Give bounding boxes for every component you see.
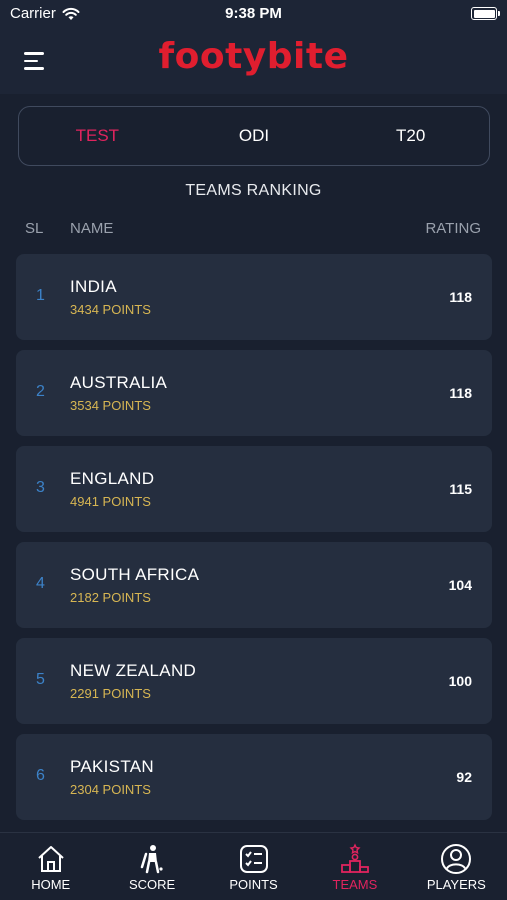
- team-name: AUSTRALIA: [70, 373, 168, 392]
- team-rating: 92: [456, 769, 472, 785]
- nav-players-label: PLAYERS: [426, 877, 486, 892]
- tab-odi[interactable]: ODI: [176, 126, 333, 146]
- team-row[interactable]: 2 AUSTRALIA 3534 POINTS 118: [16, 350, 492, 436]
- team-row[interactable]: 1 INDIA 3434 POINTS 118: [16, 254, 492, 340]
- format-tabs: TEST ODI T20: [18, 106, 490, 166]
- clock: 9:38 PM: [225, 5, 282, 22]
- status-bar: Carrier 9:38 PM: [0, 0, 507, 28]
- nav-teams[interactable]: TEAMS: [304, 833, 405, 900]
- app-header: footybite: [0, 28, 507, 94]
- nav-teams-label: TEAMS: [332, 877, 378, 892]
- nav-points[interactable]: POINTS: [203, 833, 304, 900]
- trophy-podium-icon: [341, 843, 369, 873]
- team-points: 2182 POINTS: [70, 590, 151, 605]
- user-icon: [441, 844, 472, 874]
- column-header-sl: SL: [25, 220, 44, 237]
- app-logo: footybite: [158, 36, 349, 77]
- column-header-rating: RATING: [425, 220, 481, 237]
- team-name: ENGLAND: [70, 469, 155, 488]
- team-points: 2291 POINTS: [70, 686, 151, 701]
- battery-icon: [471, 7, 500, 20]
- team-rating: 100: [448, 673, 472, 689]
- team-rating: 118: [449, 289, 472, 305]
- nav-points-label: POINTS: [229, 877, 278, 892]
- tab-test[interactable]: TEST: [19, 126, 176, 146]
- bottom-navigation: HOME SCORE POINTS TEAMS PLAYERS: [0, 832, 507, 900]
- home-icon: [38, 846, 64, 872]
- team-name: SOUTH AFRICA: [70, 565, 200, 584]
- nav-score-label: SCORE: [128, 877, 176, 892]
- team-row[interactable]: 3 ENGLAND 4941 POINTS 115: [16, 446, 492, 532]
- ranking-list: 1 INDIA 3434 POINTS 118 2 AUSTRALIA 3534…: [16, 254, 492, 830]
- team-row[interactable]: 4 SOUTH AFRICA 2182 POINTS 104: [16, 542, 492, 628]
- team-points: 2304 POINTS: [70, 782, 151, 797]
- team-rating: 115: [449, 481, 472, 497]
- nav-home[interactable]: HOME: [0, 833, 101, 900]
- team-row[interactable]: 5 NEW ZEALAND 2291 POINTS 100: [16, 638, 492, 724]
- team-rank: 1: [36, 287, 45, 304]
- team-points: 4941 POINTS: [70, 494, 151, 509]
- team-rank: 6: [36, 767, 45, 784]
- team-rating: 118: [449, 385, 472, 401]
- team-row[interactable]: 6 PAKISTAN 2304 POINTS 92: [16, 734, 492, 820]
- tab-t20[interactable]: T20: [332, 126, 489, 146]
- team-points: 3434 POINTS: [70, 302, 151, 317]
- team-name: NEW ZEALAND: [70, 661, 197, 680]
- section-title: TEAMS RANKING: [185, 182, 322, 199]
- team-name: PAKISTAN: [70, 757, 154, 776]
- team-rank: 2: [36, 383, 45, 400]
- column-header-name: NAME: [70, 220, 114, 237]
- nav-players[interactable]: PLAYERS: [406, 833, 507, 900]
- team-points: 3534 POINTS: [70, 398, 151, 413]
- team-name: INDIA: [70, 277, 117, 296]
- team-rank: 5: [36, 671, 45, 688]
- nav-home-label: HOME: [31, 877, 71, 892]
- nav-score[interactable]: SCORE: [101, 833, 202, 900]
- column-headers: SL NAME RATING: [0, 220, 507, 240]
- team-rating: 104: [448, 577, 472, 593]
- team-rank: 3: [36, 479, 45, 496]
- cricket-player-icon: [140, 845, 163, 874]
- points-table-icon: [239, 845, 268, 873]
- team-rank: 4: [36, 575, 45, 592]
